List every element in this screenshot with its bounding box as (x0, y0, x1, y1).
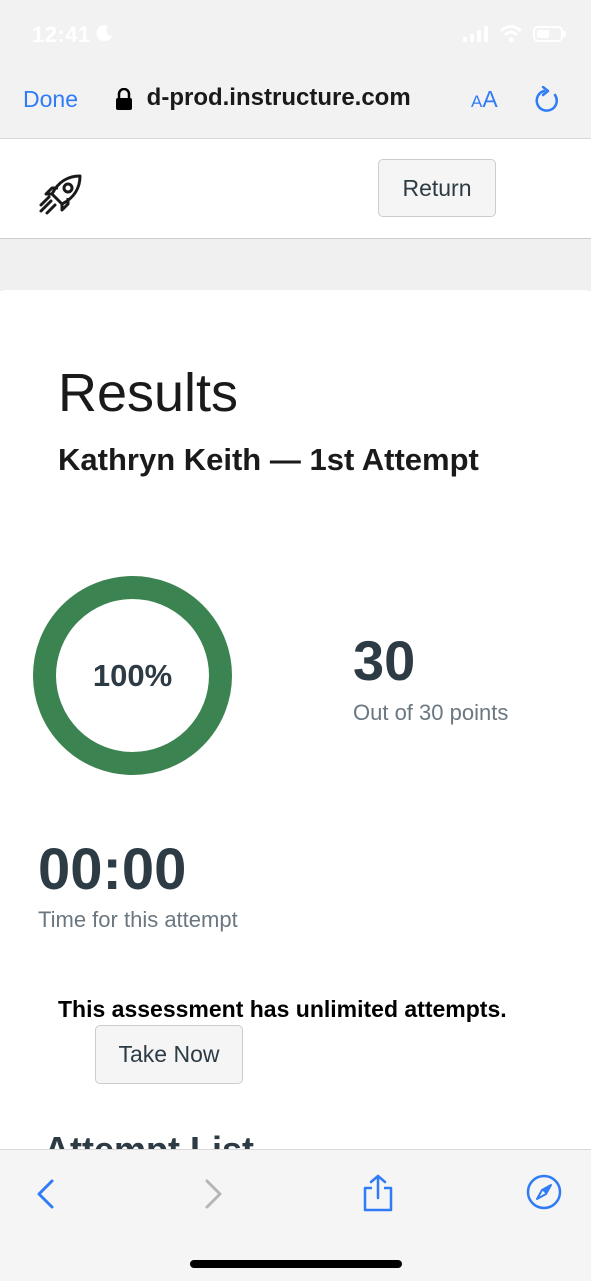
page-background-band (0, 239, 591, 291)
page-title: Results (58, 363, 239, 423)
home-indicator (190, 1260, 402, 1268)
status-time: 12:41 (32, 22, 91, 47)
aa-big-label: A (482, 86, 498, 112)
back-icon[interactable] (34, 1178, 56, 1210)
moon-icon (96, 25, 112, 42)
text-size-button[interactable]: AA (471, 86, 498, 113)
rocket-icon (39, 174, 82, 215)
url-text[interactable]: d-prod.instructure.com (140, 84, 411, 112)
score-caption: Out of 30 points (353, 700, 509, 725)
browser-url-bar: Done d-prod.instructure.com AA (0, 62, 591, 139)
return-button[interactable]: Return (378, 159, 496, 217)
take-now-button[interactable]: Take Now (95, 1025, 243, 1084)
unlimited-attempts-notice: This assessment has unlimited attempts. (58, 996, 507, 1022)
score-value: 30 (353, 629, 416, 692)
reload-icon[interactable] (535, 86, 561, 114)
battery-icon (533, 26, 566, 42)
aa-small-label: A (471, 92, 483, 111)
browser-bottom-toolbar (0, 1149, 591, 1281)
app-header: Return (0, 139, 591, 239)
compass-icon[interactable] (526, 1174, 562, 1210)
done-button[interactable]: Done (23, 86, 78, 113)
attempt-subtitle: Kathryn Keith — 1st Attempt (58, 442, 479, 477)
wifi-icon (499, 25, 523, 43)
status-icons (463, 25, 567, 43)
forward-icon[interactable] (203, 1178, 225, 1210)
cellular-signal-icon (463, 26, 488, 42)
score-percent: 100% (92, 657, 173, 693)
time-caption: Time for this attempt (38, 907, 238, 932)
attempt-list-heading: Attempt List (44, 1132, 254, 1150)
status-bar: 12:41 (0, 0, 591, 62)
share-icon[interactable] (362, 1174, 394, 1212)
lock-icon (116, 88, 132, 110)
time-value: 00:00 (38, 837, 187, 902)
